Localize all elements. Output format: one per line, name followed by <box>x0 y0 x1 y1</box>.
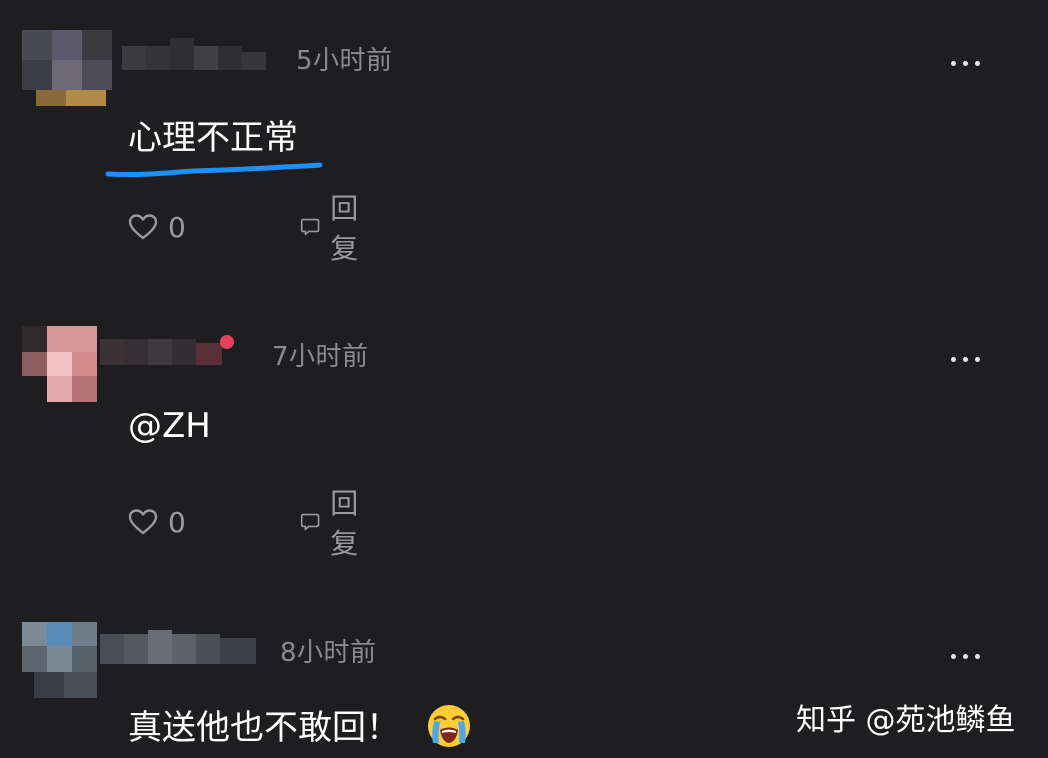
ellipsis-icon <box>950 356 956 362</box>
ellipsis-icon <box>950 653 956 659</box>
comment-time: 5小时前 <box>296 46 393 76</box>
like-count: 0 <box>168 210 186 244</box>
more-options-button[interactable] <box>940 344 990 374</box>
username-redacted[interactable] <box>100 333 240 373</box>
heart-outline-icon <box>128 509 158 535</box>
reply-label: 回复 <box>330 192 359 265</box>
comment-time: 7小时前 <box>272 342 369 372</box>
watermark: 知乎 @苑池鳞鱼 <box>796 703 1016 738</box>
like-button[interactable]: 0 <box>128 506 186 539</box>
loudly-crying-face-emoji <box>428 704 470 747</box>
comment-time: 8小时前 <box>280 638 377 668</box>
username-redacted[interactable] <box>100 630 260 670</box>
comment-text-body: 真送他也不敢回！ <box>128 708 400 748</box>
comment-text: @ZH <box>128 406 211 446</box>
comment-text: 心理不正常 <box>128 118 298 158</box>
speech-bubble-icon <box>300 513 320 531</box>
ellipsis-icon <box>950 60 956 66</box>
comment-actions: 0 回复 <box>128 192 358 265</box>
comment-actions: 0 回复 <box>128 487 358 560</box>
reply-label: 回复 <box>330 487 359 560</box>
username-redacted[interactable] <box>122 38 272 78</box>
more-options-button[interactable] <box>940 641 990 671</box>
like-button[interactable]: 0 <box>128 211 186 244</box>
heart-outline-icon <box>128 214 158 240</box>
highlight-underline <box>105 162 323 178</box>
reply-button[interactable]: 回复 <box>300 482 368 562</box>
avatar[interactable] <box>22 30 122 106</box>
like-count: 0 <box>168 505 186 539</box>
comment-thread: 5小时前 心理不正常 0 回复 7小时前 @ZH 0 回复 8小时前 真送他也不… <box>0 0 1048 758</box>
speech-bubble-icon <box>300 218 320 236</box>
reply-button[interactable]: 回复 <box>300 187 368 267</box>
more-options-button[interactable] <box>940 48 990 78</box>
comment-text: 真送他也不敢回！ <box>128 700 472 753</box>
